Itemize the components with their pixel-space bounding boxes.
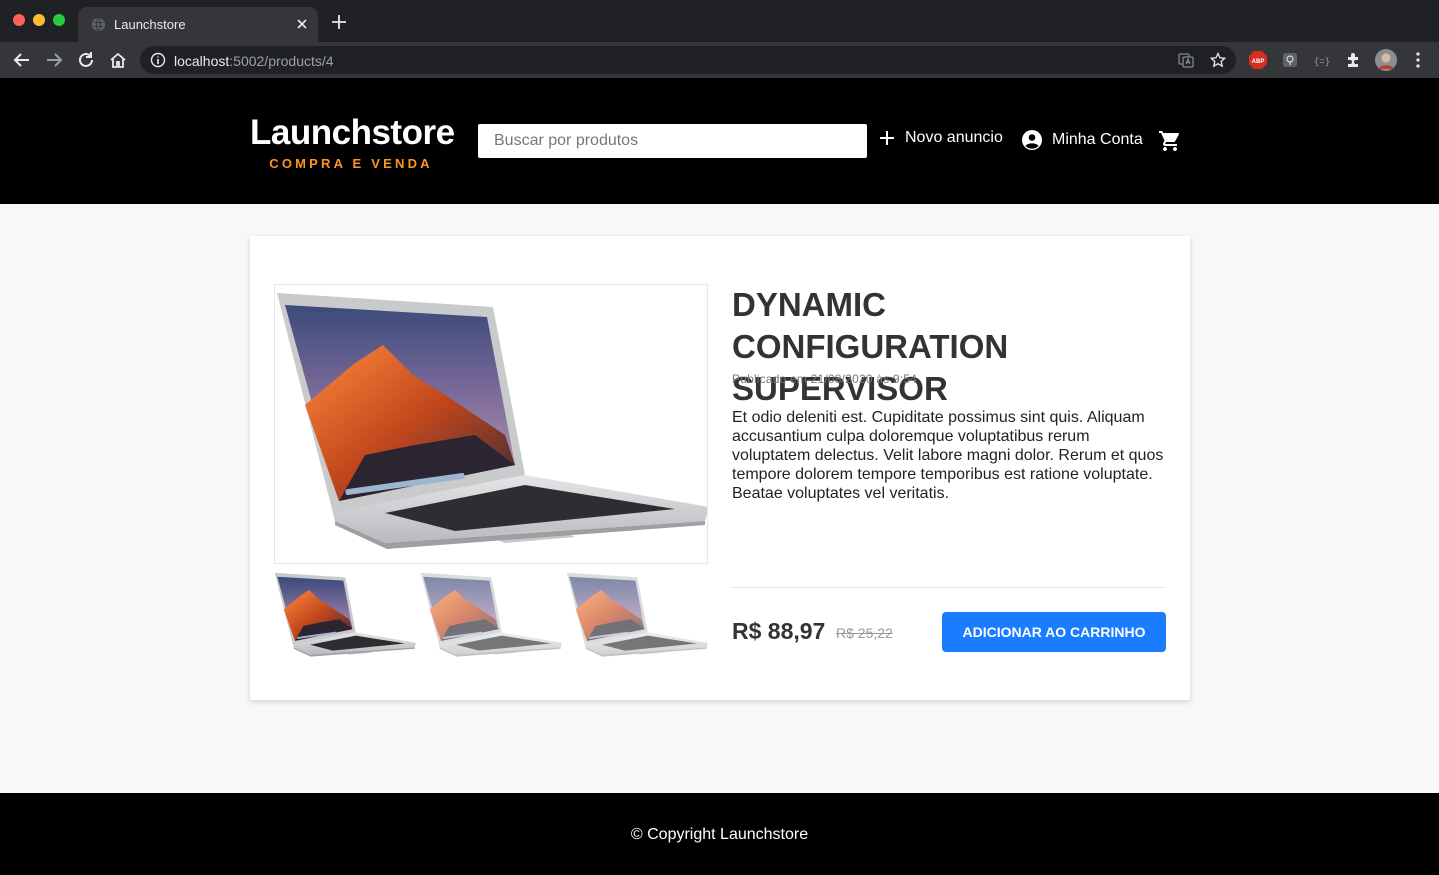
- svg-text:ABP: ABP: [1252, 59, 1265, 65]
- my-account-label: Minha Conta: [1052, 131, 1143, 148]
- search-input[interactable]: [478, 124, 867, 158]
- product-title: DYNAMIC CONFIGURATION SUPERVISOR: [732, 286, 1009, 407]
- new-ad-label: Novo anuncio: [905, 129, 1003, 146]
- forward-arrow-icon[interactable]: [44, 50, 64, 70]
- url-host: localhost: [174, 53, 230, 69]
- product-thumbnail[interactable]: [566, 570, 708, 662]
- product-price: R$ 88,97: [732, 618, 826, 644]
- product-thumbnail[interactable]: [420, 570, 562, 662]
- browser-window-chrome: Launchstore localhost:5002/products/4 AB…: [0, 0, 1439, 78]
- product-main-image: [274, 284, 708, 564]
- old-price: R$ 25,22: [836, 625, 893, 641]
- product-description: Et odio deleniti est. Cupiditate possimu…: [732, 409, 1164, 502]
- account-circle-icon: [1022, 130, 1042, 150]
- site-footer: © Copyright Launchstore: [0, 793, 1439, 875]
- logo-title: Launchstore: [250, 113, 455, 152]
- back-arrow-icon[interactable]: [12, 50, 32, 70]
- copyright-text: © Copyright Launchstore: [630, 826, 809, 843]
- close-window-button[interactable]: [13, 14, 25, 26]
- close-tab-icon[interactable]: [294, 16, 310, 32]
- translate-icon[interactable]: [1178, 52, 1194, 68]
- laptop-thumbnail-image: [420, 572, 562, 657]
- add-to-cart-button[interactable]: ADICIONAR AO CARRINHO: [942, 612, 1166, 652]
- site-header: Launchstore COMPRA E VENDA Novo anuncio …: [0, 78, 1439, 204]
- tab-strip: Launchstore: [0, 0, 1439, 42]
- address-bar[interactable]: localhost:5002/products/4: [140, 46, 1236, 74]
- extension-shield-icon[interactable]: [1280, 50, 1300, 70]
- new-ad-link[interactable]: Novo anuncio: [878, 129, 1003, 147]
- svg-text:{=}: {=}: [1314, 57, 1330, 67]
- minimize-window-button[interactable]: [33, 14, 45, 26]
- json-viewer-icon[interactable]: {=}: [1312, 50, 1332, 70]
- laptop-image: [277, 293, 707, 549]
- url-path: :5002/products/4: [229, 53, 334, 69]
- adblock-icon[interactable]: ABP: [1248, 50, 1268, 70]
- plus-icon: [880, 131, 894, 145]
- my-account-link[interactable]: Minha Conta: [1021, 129, 1143, 151]
- published-date: Publicado em 21/08/2020 às 9:54: [732, 372, 917, 386]
- home-icon[interactable]: [108, 50, 128, 70]
- extensions-puzzle-icon[interactable]: [1344, 50, 1364, 70]
- info-icon[interactable]: [150, 52, 166, 68]
- divider: [732, 587, 1166, 588]
- url-text: localhost:5002/products/4: [174, 53, 334, 69]
- new-tab-icon[interactable]: [330, 13, 348, 31]
- maximize-window-button[interactable]: [53, 14, 65, 26]
- product-card: DYNAMIC CONFIGURATION SUPERVISOR Publica…: [250, 236, 1190, 700]
- tab-title: Launchstore: [114, 17, 186, 32]
- browser-toolbar: localhost:5002/products/4 ABP {=}: [0, 42, 1439, 78]
- browser-tab[interactable]: Launchstore: [78, 7, 318, 42]
- bookmark-star-icon[interactable]: [1210, 52, 1226, 68]
- profile-avatar-icon[interactable]: [1375, 49, 1397, 71]
- shopping-cart-icon[interactable]: [1158, 129, 1182, 153]
- globe-icon: [91, 17, 106, 32]
- browser-menu-icon[interactable]: [1408, 50, 1428, 70]
- laptop-thumbnail-image: [566, 572, 708, 657]
- reload-icon[interactable]: [76, 50, 96, 70]
- logo[interactable]: Launchstore COMPRA E VENDA: [250, 113, 455, 172]
- logo-subtitle: COMPRA E VENDA: [269, 156, 433, 171]
- product-thumbnail[interactable]: [274, 570, 416, 662]
- laptop-thumbnail-image: [274, 572, 416, 657]
